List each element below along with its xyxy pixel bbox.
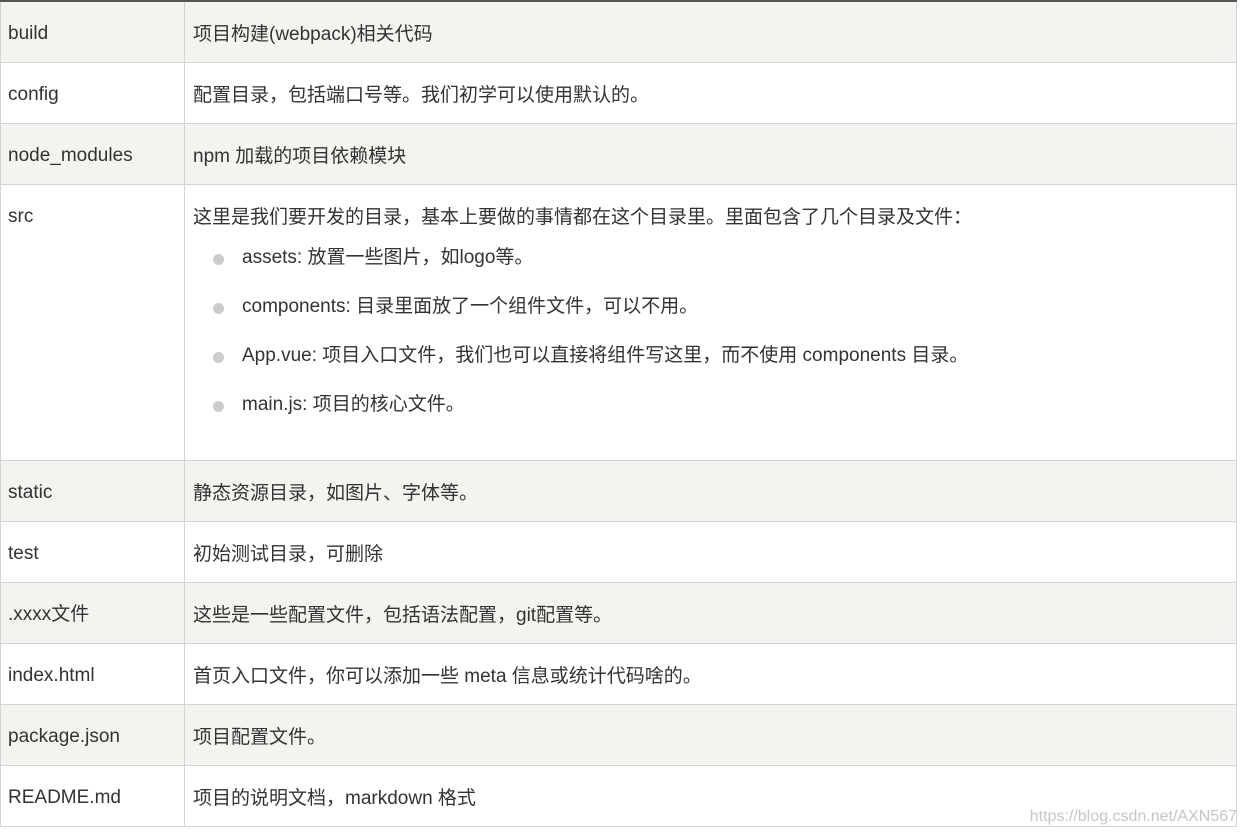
table-row: config 配置目录，包括端口号等。我们初学可以使用默认的。 xyxy=(0,61,1237,124)
table-row: package.json 项目配置文件。 xyxy=(0,703,1237,766)
src-description: 这里是我们要开发的目录，基本上要做的事情都在这个目录里。里面包含了几个目录及文件… xyxy=(193,206,973,228)
list-item: main.js: 项目的核心文件。 xyxy=(213,392,1236,441)
dir-name-cell: src xyxy=(0,183,185,461)
dir-desc-cell: 项目构建(webpack)相关代码 xyxy=(184,0,1237,63)
dir-name-cell: node_modules xyxy=(0,122,185,185)
directory-structure-table: build 项目构建(webpack)相关代码 config 配置目录，包括端口… xyxy=(0,0,1237,827)
dir-desc-cell: 配置目录，包括端口号等。我们初学可以使用默认的。 xyxy=(184,61,1237,124)
table-row: index.html 首页入口文件，你可以添加一些 meta 信息或统计代码啥的… xyxy=(0,642,1237,705)
dir-desc-cell: 这里是我们要开发的目录，基本上要做的事情都在这个目录里。里面包含了几个目录及文件… xyxy=(184,183,1237,461)
table-row: src 这里是我们要开发的目录，基本上要做的事情都在这个目录里。里面包含了几个目… xyxy=(0,183,1237,461)
dir-name-cell: static xyxy=(0,459,185,522)
dir-name-cell: .xxxx文件 xyxy=(0,581,185,644)
dir-name-cell: README.md xyxy=(0,764,185,827)
dir-desc-cell: 这些是一些配置文件，包括语法配置，git配置等。 xyxy=(184,581,1237,644)
dir-desc-cell: npm 加载的项目依赖模块 xyxy=(184,122,1237,185)
src-contents-list: assets: 放置一些图片，如logo等。 components: 目录里面放… xyxy=(193,245,1236,441)
bullet-dot-icon xyxy=(213,253,224,265)
bullet-dot-icon xyxy=(213,302,224,314)
table-row: build 项目构建(webpack)相关代码 xyxy=(0,0,1237,63)
list-item-text: components: 目录里面放了一个组件文件，可以不用。 xyxy=(242,295,699,317)
list-item-text: assets: 放置一些图片，如logo等。 xyxy=(242,246,534,268)
dir-name-cell: index.html xyxy=(0,642,185,705)
dir-name-cell: config xyxy=(0,61,185,124)
table-row: test 初始测试目录，可删除 xyxy=(0,520,1237,583)
table-row: static 静态资源目录，如图片、字体等。 xyxy=(0,459,1237,522)
dir-desc-cell: 首页入口文件，你可以添加一些 meta 信息或统计代码啥的。 xyxy=(184,642,1237,705)
dir-desc-cell: 静态资源目录，如图片、字体等。 xyxy=(184,459,1237,522)
dir-desc-cell: 项目配置文件。 xyxy=(184,703,1237,766)
dir-desc-cell: 初始测试目录，可删除 xyxy=(184,520,1237,583)
dir-name-cell: test xyxy=(0,520,185,583)
watermark: https://blog.csdn.net/AXN567 xyxy=(1029,808,1237,825)
bullet-dot-icon xyxy=(213,400,224,412)
dir-name-cell: build xyxy=(0,0,185,63)
bullet-dot-icon xyxy=(213,351,224,363)
list-item-text: main.js: 项目的核心文件。 xyxy=(242,393,465,415)
dir-name-cell: package.json xyxy=(0,703,185,766)
list-item-text: App.vue: 项目入口文件，我们也可以直接将组件写这里，而不使用 compo… xyxy=(242,344,969,366)
list-item: components: 目录里面放了一个组件文件，可以不用。 xyxy=(213,294,1236,343)
table-row: .xxxx文件 这些是一些配置文件，包括语法配置，git配置等。 xyxy=(0,581,1237,644)
table-row: node_modules npm 加载的项目依赖模块 xyxy=(0,122,1237,185)
list-item: App.vue: 项目入口文件，我们也可以直接将组件写这里，而不使用 compo… xyxy=(213,343,1236,392)
list-item: assets: 放置一些图片，如logo等。 xyxy=(213,245,1236,294)
